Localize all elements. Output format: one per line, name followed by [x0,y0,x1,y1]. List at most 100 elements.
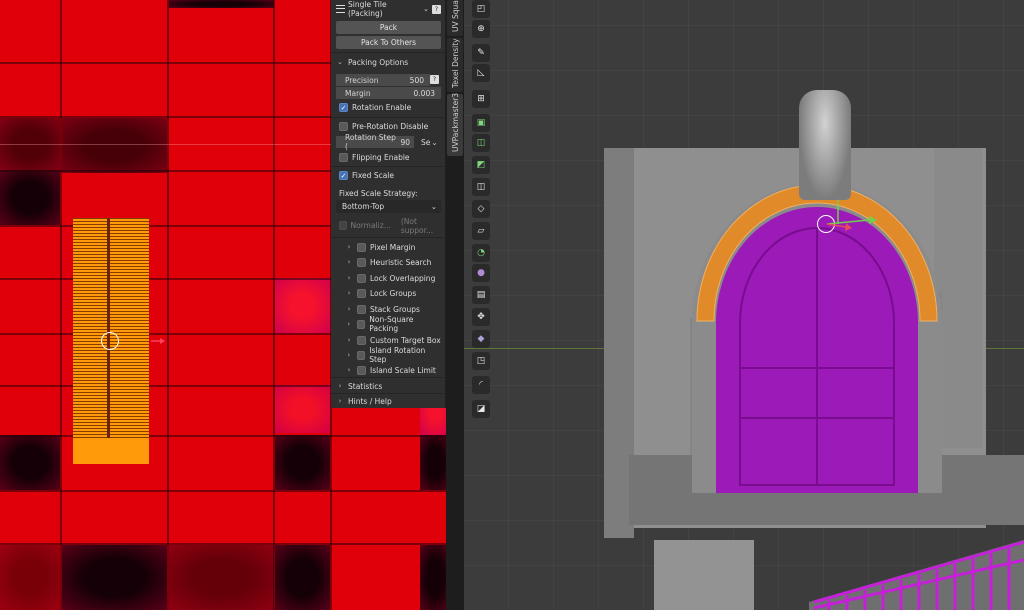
divider [331,117,446,118]
transform-icon[interactable]: ⊕ [472,20,490,38]
flipping-enable-label: Flipping Enable [352,153,410,162]
packing-options-header[interactable]: ⌄ Packing Options [336,55,441,69]
checkbox-icon[interactable] [357,288,366,298]
subpanel-label: Custom Target Box [370,335,441,345]
chevron-right-icon: › [347,320,351,328]
rotate-icon[interactable]: ◜ [472,376,490,394]
divider [331,52,446,53]
fixed-scale-checkbox[interactable]: ✓ Fixed Scale [336,169,441,182]
fixed-scale-label: Fixed Scale [352,171,394,180]
checkbox-icon[interactable] [357,304,366,314]
cursor-icon[interactable]: ◰ [472,0,490,18]
checkbox-icon[interactable] [357,335,366,345]
chevron-right-icon: › [347,289,351,297]
inset-icon[interactable]: ◫ [472,134,490,152]
checkbox-icon[interactable] [356,350,366,360]
archway[interactable] [692,163,942,493]
ledge-left [654,540,754,610]
rip-icon[interactable]: ◳ [472,352,490,370]
pre-rotation-disable-checkbox[interactable]: Pre-Rotation Disable [336,120,441,133]
subpanel-non-square-packing[interactable]: › Non-Square Packing [336,315,441,333]
tab-uv-square[interactable]: UV Square [447,0,463,36]
subpanel-island-rotation-step[interactable]: › Island Rotation Step [336,346,441,364]
checkbox-icon[interactable] [357,242,366,252]
help-icon[interactable]: ? [430,75,439,84]
checkbox-checked-icon[interactable]: ✓ [339,103,348,112]
rotation-step-mode-dropdown[interactable]: Se [421,138,430,147]
rotation-step-field[interactable]: Rotation Step ( 90 [336,133,414,151]
shear-icon[interactable]: ◆ [472,330,490,348]
gizmo-axes-icon[interactable] [824,196,884,236]
tab-label: UV Square [451,0,460,32]
pack-to-others-button[interactable]: Pack To Others [336,36,441,49]
measure-icon[interactable]: ◺ [472,64,490,82]
tab-uvpackmaster3[interactable]: UVPackmaster3 [447,93,463,156]
uv-2d-cursor[interactable] [101,332,119,350]
shrink-icon[interactable]: ✥ [472,308,490,326]
mode-select-label[interactable]: Single Tile (Packing) [348,0,420,18]
subpanel-island-scale-limit[interactable]: › Island Scale Limit [336,363,441,377]
divider [331,166,446,167]
checkbox-icon[interactable] [339,153,348,162]
chevron-down-icon: ⌄ [423,5,429,13]
subpanel-label: Lock Overlapping [370,273,436,283]
statistics-header[interactable]: › Statistics [336,379,441,393]
knife-icon[interactable]: ◇ [472,200,490,218]
fixed-scale-strategy-label: Fixed Scale Strategy: [339,189,418,198]
uv-texture-tile [169,545,274,610]
tab-texel-density[interactable]: Texel Density [447,38,463,92]
rotation-enable-checkbox[interactable]: ✓ Rotation Enable [336,101,441,114]
hints-help-header[interactable]: › Hints / Help [336,394,441,408]
subpanel-lock-groups[interactable]: › Lock Groups [336,286,441,300]
bevel-icon[interactable]: ◩ [472,156,490,174]
subpanel-label: Non-Square Packing [369,315,414,333]
checkbox-icon[interactable] [357,273,366,283]
rotation-step-label: Rotation Step ( [345,133,396,151]
subpanel-custom-target-box[interactable]: › Custom Target Box [336,333,441,347]
checkbox-disabled-icon [339,221,347,230]
subpanel-label: Stack Groups [370,304,420,314]
scale-icon[interactable]: ◪ [472,400,490,418]
flipping-enable-checkbox[interactable]: Flipping Enable [336,151,441,164]
railing[interactable] [809,530,1024,610]
pack-button[interactable]: Pack [336,21,441,34]
pre-rotation-disable-label: Pre-Rotation Disable [352,122,429,131]
checkbox-icon[interactable] [339,122,348,131]
add-cube-icon[interactable]: ⊞ [472,90,490,108]
uv-grid-line [0,490,450,492]
loop-cut-icon[interactable]: ◫ [472,178,490,196]
keystone-ornament[interactable] [799,90,851,200]
help-icon[interactable]: ? [432,4,441,14]
uv-grid-line [273,0,275,610]
annotate-icon[interactable]: ✎ [472,44,490,62]
subpanel-lock-overlapping[interactable]: › Lock Overlapping [336,271,441,285]
checkbox-icon[interactable] [357,257,366,267]
3d-viewport[interactable]: ◰ ⊕ ✎ ◺ ⊞ ▣ ◫ ◩ ◫ ◇ ▱ ◔ ● ▤ ✥ ◆ ◳ ◜ ◪ [464,0,1024,610]
margin-value: 0.003 [413,88,435,98]
subpanel-pixel-margin[interactable]: › Pixel Margin [336,240,441,254]
checkbox-icon[interactable] [357,365,366,375]
uv-texture-tile [275,385,330,433]
subpanel-stack-groups[interactable]: › Stack Groups [336,302,441,316]
subpanel-label: Island Rotation Step [369,346,426,364]
poly-build-icon[interactable]: ▱ [472,222,490,240]
fixed-scale-strategy-dropdown[interactable]: Bottom-Top ⌄ [336,200,441,213]
margin-field[interactable]: Margin 0.003 [336,87,441,99]
edge-slide-icon[interactable]: ▤ [472,286,490,304]
mode-selector[interactable]: Single Tile (Packing) ⌄ ? [336,0,441,18]
menu-icon[interactable] [336,5,345,13]
checkbox-checked-icon[interactable]: ✓ [339,171,348,180]
checkbox-icon[interactable] [356,319,366,329]
extrude-icon[interactable]: ▣ [472,114,490,132]
uv-island-block [73,438,149,464]
normalize-label: Normaliz... [350,221,391,230]
uv-gizmo-arrow-icon[interactable] [151,338,165,344]
uv-texture-tile [62,118,167,173]
precision-field[interactable]: Precision 500 [336,74,430,86]
chevron-right-icon: › [347,305,351,313]
precision-value: 500 [409,75,424,85]
spin-icon[interactable]: ◔ [472,244,490,262]
uv-grid-line [0,435,450,437]
subpanel-heuristic-search[interactable]: › Heuristic Search [336,255,441,269]
smooth-icon[interactable]: ● [472,264,490,282]
